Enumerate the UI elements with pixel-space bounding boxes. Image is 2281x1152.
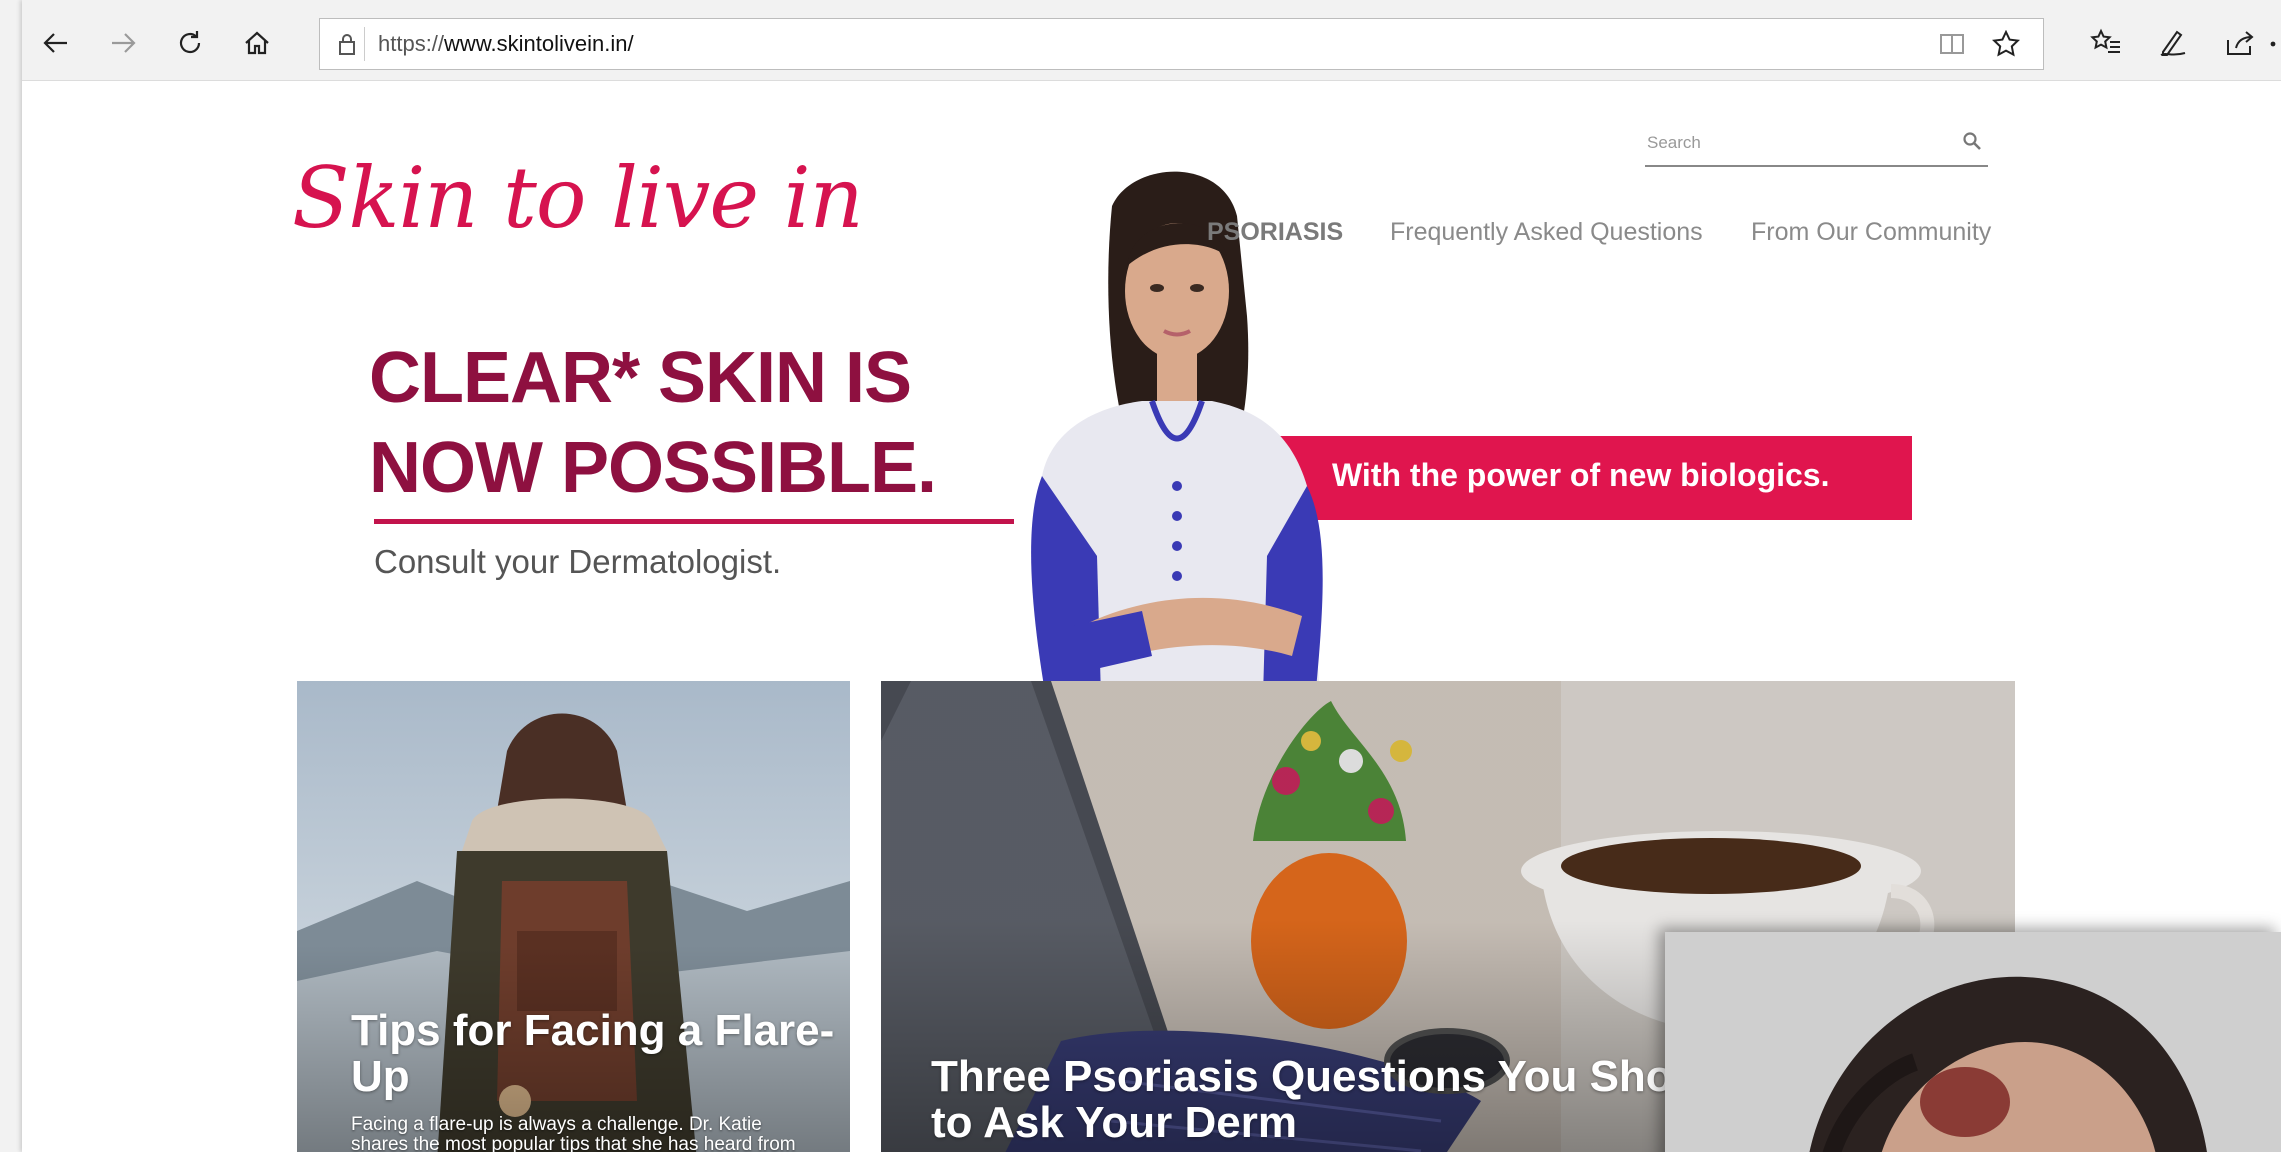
search-icon[interactable] xyxy=(1962,131,1984,153)
url-text[interactable]: https://www.skintolivein.in/ xyxy=(378,19,634,69)
address-bar[interactable]: https://www.skintolivein.in/ xyxy=(319,18,2044,70)
back-arrow-icon[interactable] xyxy=(32,20,80,66)
url-host: www.skintolivein.in/ xyxy=(444,31,634,56)
browser-window: https://www.skintolivein.in/ Skin to liv… xyxy=(22,0,2281,1152)
card-title: Three Psoriasis Questions You Shou to As… xyxy=(931,1054,1700,1146)
card-description: Facing a flare-up is always a challenge.… xyxy=(351,1115,796,1152)
hero-headline: CLEAR* SKIN IS NOW POSSIBLE. xyxy=(369,333,937,513)
hero-headline-line1: CLEAR* SKIN IS xyxy=(369,338,912,418)
article-card-flare-up[interactable]: Tips for Facing a Flare- Up Facing a fla… xyxy=(297,681,850,1152)
forward-arrow-icon[interactable] xyxy=(99,20,147,66)
nav-faq[interactable]: Frequently Asked Questions xyxy=(1390,218,1703,247)
nav-psoriasis[interactable]: PSORIASIS xyxy=(1207,218,1343,247)
popup-image-person xyxy=(1665,932,2281,1152)
reading-view-icon[interactable] xyxy=(1933,25,1971,63)
card-desc-line2: shares the most popular tips that she ha… xyxy=(351,1134,796,1152)
hero-subline: Consult your Dermatologist. xyxy=(374,543,782,580)
browser-toolbar: https://www.skintolivein.in/ xyxy=(22,0,2281,81)
hero-headline-line2: NOW POSSIBLE. xyxy=(369,428,937,508)
popup-video-panel[interactable] xyxy=(1665,932,2281,1152)
refresh-icon[interactable] xyxy=(166,20,214,66)
card-title-line2: Up xyxy=(351,1052,410,1101)
url-protocol: https:// xyxy=(378,31,445,56)
star-icon[interactable] xyxy=(1987,25,2025,63)
hero-band-text: With the power of new biologics. xyxy=(1332,457,1830,493)
site-logo[interactable]: Skin to live in xyxy=(292,149,864,247)
pen-icon[interactable] xyxy=(2149,20,2197,66)
favorites-list-icon[interactable] xyxy=(2082,20,2130,66)
more-icon[interactable] xyxy=(2268,20,2281,66)
hero-divider xyxy=(374,519,1014,524)
lock-icon xyxy=(330,27,365,61)
search-box xyxy=(1645,123,1988,167)
card-desc-line1: Facing a flare-up is always a challenge.… xyxy=(351,1114,762,1135)
home-icon[interactable] xyxy=(233,20,281,66)
card-title-line1: Tips for Facing a Flare- xyxy=(351,1006,835,1055)
share-icon[interactable] xyxy=(2216,20,2264,66)
nav-community[interactable]: From Our Community xyxy=(1751,218,1991,247)
card-title-line1: Three Psoriasis Questions You Shou xyxy=(931,1052,1700,1101)
search-input[interactable] xyxy=(1645,123,1949,163)
card-title: Tips for Facing a Flare- Up xyxy=(351,1008,834,1100)
card-title-line2: to Ask Your Derm xyxy=(931,1098,1297,1147)
